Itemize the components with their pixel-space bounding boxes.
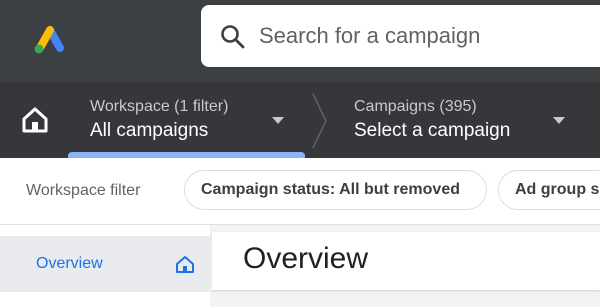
page-title: Overview — [243, 242, 369, 275]
workspace-filter-label: Workspace filter — [26, 182, 141, 199]
caret-down-icon — [553, 117, 565, 124]
search-icon — [221, 25, 245, 49]
sidebar: Overview — [0, 225, 210, 307]
sidebar-item-label: Overview — [36, 255, 103, 272]
home-icon — [176, 256, 194, 273]
breadcrumb: Workspace (1 filter) All campaigns Campa… — [0, 82, 600, 158]
campaigns-label: Campaigns (395) — [354, 98, 477, 115]
top-app-bar: Search for a campaign — [0, 0, 600, 82]
filter-chip-ad-group-status[interactable]: Ad group s — [498, 170, 600, 210]
campaigns-value: Select a campaign — [354, 120, 511, 141]
breadcrumb-workspace[interactable]: Workspace (1 filter) All campaigns — [68, 82, 308, 158]
workspace-filter-bar: Workspace filter Campaign status: All bu… — [0, 158, 600, 225]
page-header: Overview — [212, 232, 600, 290]
google-ads-logo-icon[interactable] — [30, 24, 66, 56]
breadcrumb-campaigns[interactable]: Campaigns (395) Select a campaign — [335, 82, 600, 158]
caret-down-icon — [272, 117, 284, 124]
search-placeholder: Search for a campaign — [259, 23, 481, 48]
workspace-label: Workspace (1 filter) — [90, 98, 229, 115]
main-content: Overview — [212, 225, 600, 307]
sidebar-item-overview[interactable]: Overview — [0, 236, 210, 292]
home-icon[interactable] — [18, 102, 52, 138]
search-box[interactable]: Search for a campaign — [201, 5, 600, 67]
breadcrumb-separator-icon — [312, 93, 327, 149]
workspace-value: All campaigns — [90, 120, 209, 141]
filter-chip-campaign-status[interactable]: Campaign status: All but removed — [184, 170, 487, 210]
